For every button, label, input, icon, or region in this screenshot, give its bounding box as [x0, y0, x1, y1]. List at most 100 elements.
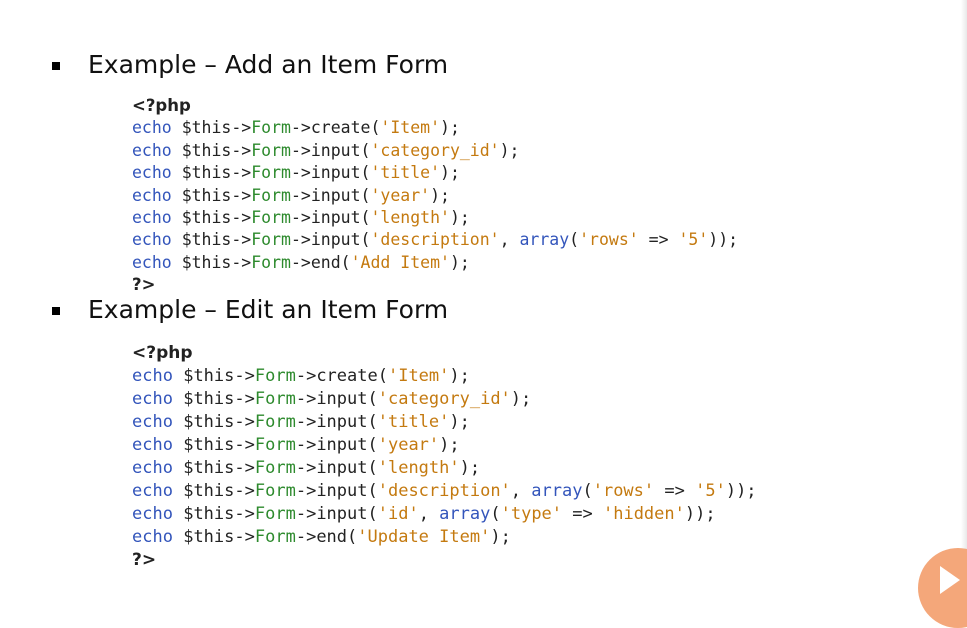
- code-line: echo $this->Form->create('Item');: [132, 365, 757, 388]
- arrow-operator: ->: [290, 118, 311, 138]
- arrow-operator: ->: [295, 527, 317, 547]
- statement-end: );: [439, 435, 460, 455]
- arrow-operator: ->: [234, 389, 255, 409]
- arrow-operator: ->: [295, 481, 317, 501]
- method-call: input(: [310, 230, 371, 250]
- code-line: <?php: [132, 95, 738, 117]
- code-line: <?php: [132, 342, 757, 365]
- string-literal: 'type': [500, 504, 563, 524]
- code-line: echo $this->Form->end('Add Item');: [132, 252, 738, 274]
- arrow-operator: ->: [290, 252, 311, 272]
- php-close-tag: ?>: [132, 550, 157, 570]
- punctuation: ,: [418, 504, 440, 524]
- string-literal: 'title': [370, 163, 441, 183]
- punctuation: (: [490, 504, 501, 524]
- statement-end: );: [510, 389, 532, 409]
- code-line: echo $this->Form->input('category_id');: [132, 388, 757, 411]
- arrow-operator: ->: [231, 252, 252, 272]
- arrow-operator: ->: [231, 185, 252, 205]
- object-form: Form: [254, 527, 296, 547]
- arrow-operator: ->: [231, 163, 252, 183]
- keyword-echo: echo: [132, 389, 173, 409]
- punctuation: ): [708, 230, 719, 250]
- string-literal: 'hidden': [602, 504, 685, 524]
- statement-end: );: [449, 252, 470, 272]
- variable-this: $this: [181, 185, 232, 205]
- keyword-echo: echo: [132, 140, 172, 160]
- method-call: input(: [310, 163, 371, 183]
- keyword-echo: echo: [132, 163, 172, 183]
- statement-end: );: [449, 208, 470, 228]
- method-call: input(: [316, 389, 378, 409]
- arrow-operator: ->: [295, 366, 317, 386]
- string-literal: 'Add Item': [350, 252, 450, 272]
- punctuation: (: [582, 481, 593, 501]
- string-literal: 'length': [377, 458, 460, 478]
- variable-this: $this: [183, 458, 235, 478]
- object-form: Form: [254, 389, 296, 409]
- variable-this: $this: [181, 230, 232, 250]
- punctuation: =>: [562, 504, 603, 524]
- string-literal: '5': [678, 230, 709, 250]
- code-block-edit: <?php echo $this->Form->create('Item'); ec…: [132, 342, 757, 572]
- object-form: Form: [254, 412, 296, 432]
- arrow-operator: ->: [290, 230, 311, 250]
- string-literal: 'Item': [387, 366, 450, 386]
- code-line: echo $this->Form->input('category_id');: [132, 140, 738, 162]
- keyword-echo: echo: [132, 118, 172, 138]
- keyword-echo: echo: [132, 481, 173, 501]
- code-line: echo $this->Form->input('year');: [132, 434, 757, 457]
- keyword-echo: echo: [132, 527, 173, 547]
- punctuation: ): [684, 504, 696, 524]
- arrow-operator: ->: [290, 163, 311, 183]
- arrow-operator: ->: [234, 527, 255, 547]
- statement-end: );: [459, 458, 481, 478]
- statement-end: );: [440, 118, 460, 138]
- variable-this: $this: [181, 140, 232, 160]
- variable-this: $this: [183, 435, 235, 455]
- section-title: Example – Add an Item Form: [88, 50, 449, 79]
- code-line: echo $this->Form->input('title');: [132, 411, 757, 434]
- arrow-operator: ->: [234, 481, 255, 501]
- arrow-operator: ->: [295, 412, 317, 432]
- method-call: input(: [316, 412, 378, 432]
- object-form: Form: [254, 504, 296, 524]
- keyword-array: array: [439, 504, 491, 524]
- keyword-array: array: [519, 230, 570, 250]
- variable-this: $this: [183, 366, 235, 386]
- arrow-operator: ->: [234, 435, 255, 455]
- bullet-1: [52, 62, 60, 70]
- arrow-operator: ->: [234, 412, 255, 432]
- keyword-echo: echo: [132, 208, 172, 228]
- string-literal: 'Item': [380, 118, 441, 138]
- object-form: Form: [251, 185, 291, 205]
- object-form: Form: [251, 118, 291, 138]
- section-title: Example – Edit an Item Form: [88, 295, 449, 324]
- object-form: Form: [254, 435, 296, 455]
- string-literal: 'year': [370, 185, 431, 205]
- variable-this: $this: [183, 504, 235, 524]
- code-block-add: <?php echo $this->Form->create('Item'); ec…: [132, 95, 738, 297]
- code-line: ?>: [132, 274, 738, 296]
- code-line: echo $this->Form->create('Item');: [132, 117, 738, 139]
- string-literal: 'rows': [579, 230, 639, 250]
- statement-end: );: [440, 163, 460, 183]
- code-line: echo $this->Form->end('Update Item');: [132, 526, 757, 549]
- method-call: input(: [310, 208, 371, 228]
- code-line: echo $this->Form->input('id', array('typ…: [132, 503, 757, 526]
- play-logo-icon: [918, 548, 967, 628]
- string-literal: 'length': [370, 208, 450, 228]
- keyword-echo: echo: [132, 230, 172, 250]
- arrow-operator: ->: [231, 140, 252, 160]
- statement-end: );: [490, 527, 511, 547]
- code-line: echo $this->Form->input('length');: [132, 207, 738, 229]
- method-call: input(: [316, 435, 378, 455]
- keyword-echo: echo: [132, 458, 173, 478]
- arrow-operator: ->: [290, 140, 311, 160]
- keyword-echo: echo: [132, 504, 173, 524]
- object-form: Form: [251, 163, 291, 183]
- string-literal: 'rows': [592, 481, 655, 501]
- object-form: Form: [254, 481, 296, 501]
- statement-end: );: [718, 230, 739, 250]
- code-line: echo $this->Form->input('description', a…: [132, 480, 757, 503]
